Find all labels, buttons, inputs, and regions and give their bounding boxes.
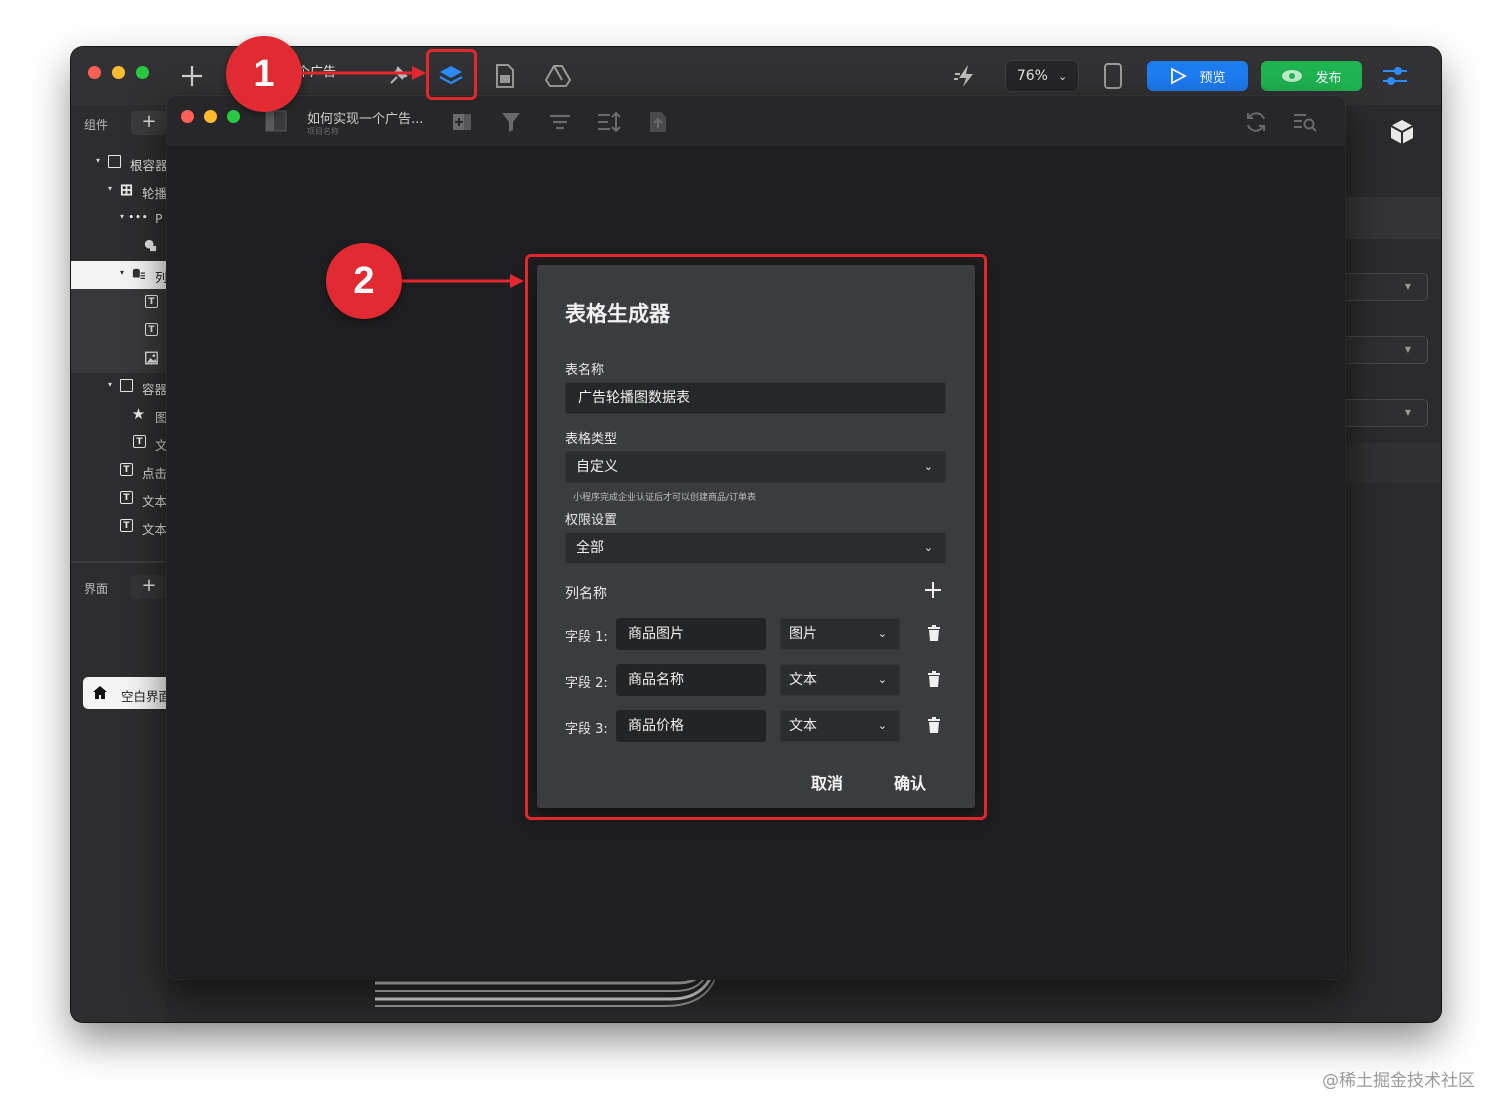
annotation-step-1: 1 <box>226 36 302 112</box>
publish-button[interactable]: 发布 <box>1261 61 1362 91</box>
list-icon[interactable] <box>548 111 572 137</box>
component-cube-icon[interactable] <box>1387 117 1417 151</box>
annotation-step-2: 2 <box>326 243 402 319</box>
property-dropdown[interactable]: ▼ <box>1345 399 1428 427</box>
close-window-button[interactable] <box>88 66 101 79</box>
tree-item[interactable]: ▾ 容器 <box>71 373 167 401</box>
zoom-value: 76% <box>1016 68 1048 84</box>
home-icon <box>92 684 108 703</box>
property-dropdown[interactable]: ▼ <box>1345 336 1428 364</box>
pages-label: 界面 <box>84 582 109 596</box>
tree-item[interactable] <box>71 345 167 373</box>
page-item-label: 空白界面 <box>121 689 172 704</box>
text-icon: T <box>120 463 133 476</box>
components-label: 组件 <box>84 118 109 132</box>
document-icon[interactable] <box>490 61 520 91</box>
preview-button[interactable]: 预览 <box>1147 61 1248 91</box>
panel-divider <box>71 561 167 563</box>
panel-section-band <box>1345 443 1441 483</box>
annotation-arrow-2 <box>390 274 524 288</box>
export-icon[interactable] <box>648 110 668 138</box>
tree-item[interactable]: ▾ 轮播 <box>71 177 167 205</box>
tree-item[interactable]: ▾ 根容器 <box>71 149 168 177</box>
properties-panel: ▼ ▼ ▼ <box>1345 105 1441 1022</box>
publish-label: 发布 <box>1315 70 1342 86</box>
phone-frame-edge <box>375 979 715 1007</box>
tree-item[interactable] <box>71 233 167 261</box>
add-component-button[interactable]: + <box>131 111 167 135</box>
text-icon: T <box>133 435 146 448</box>
components-header: 组件 + <box>71 107 167 139</box>
search-list-icon[interactable] <box>1292 110 1318 138</box>
close-window-button[interactable] <box>181 110 194 123</box>
annotation-highlight-1 <box>426 49 477 100</box>
preview-label: 预览 <box>1199 70 1226 86</box>
annotation-arrow-1 <box>290 66 426 80</box>
settings-sliders-icon[interactable] <box>1380 61 1410 91</box>
text-icon: T <box>145 295 158 308</box>
sidebar-toggle-icon[interactable] <box>265 110 287 136</box>
add-page-button[interactable]: + <box>131 575 167 599</box>
tree-item[interactable]: T <box>71 289 167 317</box>
minimize-window-button[interactable] <box>204 110 217 123</box>
text-icon: T <box>120 491 133 504</box>
phone-device-icon[interactable] <box>1098 61 1128 91</box>
panel-section-band <box>1345 197 1441 239</box>
data-manager-toolbar: 如何实现一个广告... 项目名称 <box>167 96 1345 147</box>
refresh-icon[interactable] <box>1244 110 1268 138</box>
tree-item-selected[interactable]: ▾ 列 <box>71 261 168 289</box>
star-icon: ★ <box>131 404 146 423</box>
drive-icon[interactable] <box>543 61 573 91</box>
text-icon: T <box>145 323 158 336</box>
sort-icon[interactable] <box>596 111 622 137</box>
add-table-icon[interactable] <box>451 111 473 137</box>
component-tree-panel: 组件 + ▾ 根容器 ▾ 轮播 ▾ ••• P ▾ 列 T T ▾ 容器 ★ 图… <box>71 105 171 1022</box>
more-dots-icon: ••• <box>128 212 149 223</box>
annotation-highlight-2 <box>525 254 987 820</box>
container-icon <box>120 379 133 392</box>
project-name-caption: 项目名称 <box>307 127 339 136</box>
image-icon <box>145 351 158 364</box>
play-icon <box>1171 67 1188 85</box>
tree-item[interactable]: T <box>71 317 167 345</box>
tree-item[interactable]: T 点击 <box>71 457 167 485</box>
maximize-window-button[interactable] <box>227 110 240 123</box>
tree-item[interactable]: ★ 图 <box>71 401 168 429</box>
eye-icon <box>1282 70 1303 82</box>
container-icon <box>108 155 121 168</box>
maximize-window-button[interactable] <box>136 66 149 79</box>
zoom-dropdown[interactable]: 76% ⌄ <box>1005 60 1079 92</box>
tree-item[interactable]: T 文 <box>71 429 168 457</box>
page-item[interactable]: 空白界面 <box>83 677 171 709</box>
add-icon[interactable] <box>177 61 207 91</box>
lightning-icon[interactable] <box>951 61 981 91</box>
tree-item[interactable]: T 文本 <box>71 513 167 541</box>
tree-item[interactable]: T 文本 <box>71 485 167 513</box>
tree-item[interactable]: ▾ ••• P <box>71 205 167 233</box>
pages-header: 界面 + <box>71 571 167 603</box>
minimize-window-button[interactable] <box>112 66 125 79</box>
watermark: @稀土掘金技术社区 <box>1322 1071 1475 1091</box>
database-list-icon <box>132 267 145 280</box>
filter-icon[interactable] <box>501 111 521 137</box>
project-name: 如何实现一个广告... <box>307 112 424 127</box>
text-icon: T <box>120 519 133 532</box>
property-dropdown[interactable]: ▼ <box>1345 273 1428 301</box>
carousel-icon <box>120 183 133 196</box>
chevron-down-icon: ⌄ <box>1057 69 1068 83</box>
shapes-icon <box>144 239 157 252</box>
